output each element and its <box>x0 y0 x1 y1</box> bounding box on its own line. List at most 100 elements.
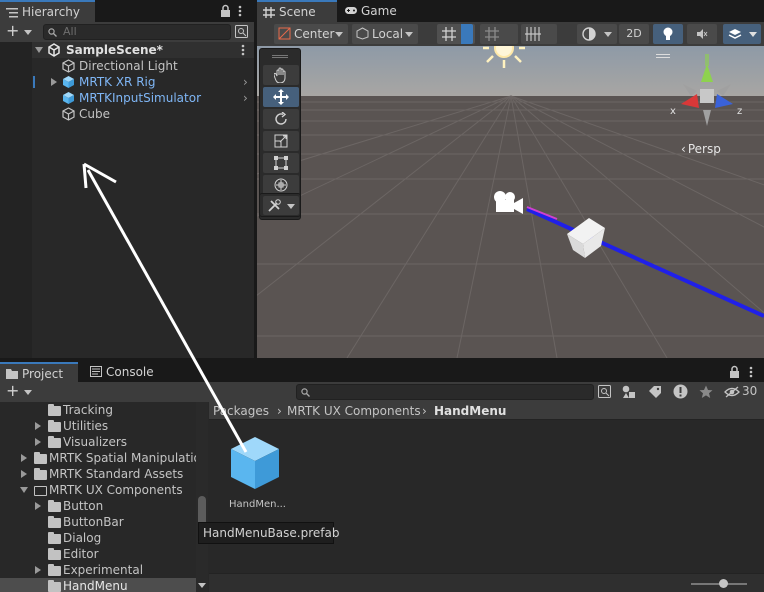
tree-row[interactable]: Tracking <box>0 402 196 418</box>
move-icon <box>273 89 289 105</box>
asset-item[interactable]: HandMen... <box>223 433 287 513</box>
draw-mode-dropdown[interactable] <box>577 24 617 44</box>
orientation-gizmo[interactable]: x z <box>667 54 747 142</box>
rotate-tool-button[interactable] <box>263 109 299 129</box>
breadcrumb-packages[interactable]: Packages <box>213 403 269 419</box>
pivot-label: Center <box>294 27 335 41</box>
tree-row[interactable]: Editor <box>0 546 196 562</box>
scale-tool-button[interactable] <box>263 131 299 151</box>
expand-arrow[interactable] <box>21 470 27 478</box>
lock-icon[interactable] <box>729 365 740 378</box>
expand-arrow[interactable] <box>21 454 27 462</box>
scene-options-icon[interactable] <box>241 44 245 56</box>
scene-row[interactable]: SampleScene* <box>0 42 254 58</box>
lock-icon[interactable] <box>220 4 231 17</box>
slider-thumb[interactable] <box>719 579 728 588</box>
tree-row-label: Experimental <box>63 563 144 577</box>
tree-scrollbar[interactable] <box>196 402 208 592</box>
space-dropdown[interactable]: Local <box>352 24 418 44</box>
gizmo-menu-handle[interactable] <box>656 54 670 58</box>
tree-row-label: Editor <box>63 547 99 561</box>
tree-row-selected[interactable]: HandMenu <box>0 578 196 592</box>
expand-arrow[interactable] <box>35 438 41 446</box>
chevron-down-icon[interactable] <box>198 583 206 588</box>
folder-icon <box>48 532 61 544</box>
grid-snap-toggle[interactable] <box>437 24 475 44</box>
move-tool-button[interactable] <box>263 87 299 107</box>
project-search-input[interactable] <box>296 384 594 400</box>
rect-tool-button[interactable] <box>263 153 299 173</box>
scene-name: SampleScene* <box>66 43 163 57</box>
projection-toggle[interactable]: ‹ Persp <box>681 142 741 158</box>
tab-game-label: Game <box>361 4 397 18</box>
warning-icon[interactable] <box>673 384 688 399</box>
collapse-arrow[interactable] <box>20 487 28 493</box>
folder-tree: Tracking Utilities Visualizers MRTK Spat… <box>0 402 196 592</box>
effects-dropdown[interactable] <box>723 24 761 44</box>
panel-divider[interactable] <box>254 0 257 358</box>
pivot-dropdown[interactable]: Center <box>274 24 348 44</box>
transform-tool-button[interactable] <box>263 175 299 195</box>
audio-toggle[interactable] <box>687 24 717 44</box>
search-by-type-icon[interactable] <box>598 385 611 398</box>
tree-row[interactable]: Experimental <box>0 562 196 578</box>
tree-row[interactable]: MRTK Standard Assets <box>0 466 196 482</box>
icon-size-slider[interactable] <box>691 579 747 588</box>
hierarchy-item[interactable]: Cube <box>0 106 254 122</box>
scene-expand-arrow[interactable] <box>35 47 43 53</box>
create-asset-button[interactable]: + <box>6 383 34 401</box>
lighting-toggle[interactable] <box>653 24 683 44</box>
2d-mode-toggle[interactable]: 2D <box>619 24 649 44</box>
tree-row[interactable]: ButtonBar <box>0 514 196 530</box>
expand-arrow[interactable] <box>51 78 57 86</box>
tab-game[interactable]: Game <box>339 0 409 22</box>
breadcrumb-mrtk-ux[interactable]: MRTK UX Components <box>287 403 421 419</box>
grid-visibility-toggle[interactable] <box>521 24 557 44</box>
more-options-icon[interactable] <box>238 5 242 17</box>
hierarchy-item[interactable]: MRTK XR Rig › <box>0 74 254 90</box>
hidden-eye-icon[interactable] <box>724 386 740 398</box>
tab-scene[interactable]: Scene <box>257 0 337 22</box>
folder-icon <box>48 564 61 576</box>
tab-project[interactable]: Project <box>0 362 78 382</box>
custom-tool-button[interactable] <box>263 196 299 215</box>
star-icon[interactable] <box>699 385 713 399</box>
expand-arrow[interactable] <box>35 502 41 510</box>
selection-marker <box>33 76 35 88</box>
tree-row[interactable]: MRTK Spatial Manipulatio <box>0 450 196 466</box>
search-by-type-icon[interactable] <box>235 25 248 38</box>
persp-label: Persp <box>687 142 721 156</box>
tree-row[interactable]: MRTK UX Components <box>0 482 196 498</box>
increment-snap-toggle[interactable] <box>480 24 518 44</box>
tree-row[interactable]: Dialog <box>0 530 196 546</box>
more-options-icon[interactable] <box>749 366 753 378</box>
tab-console[interactable]: Console <box>84 362 164 382</box>
filter-type-icon[interactable] <box>622 385 636 399</box>
tree-row[interactable]: Button <box>0 498 196 514</box>
chevron-right-icon[interactable]: › <box>243 74 248 90</box>
label-icon[interactable] <box>648 385 662 399</box>
hierarchy-item[interactable]: Directional Light <box>0 58 254 74</box>
expand-arrow[interactable] <box>35 422 41 430</box>
overlay-handle[interactable] <box>272 55 288 58</box>
breadcrumb-handmenu[interactable]: HandMenu <box>434 403 506 419</box>
scene-viewport[interactable]: x z ‹ Persp <box>257 46 764 358</box>
create-button[interactable]: + <box>6 23 36 41</box>
expand-arrow[interactable] <box>35 566 41 574</box>
hand-tool-button[interactable] <box>263 65 299 85</box>
space-label: Local <box>372 27 404 41</box>
hierarchy-item[interactable]: MRTKInputSimulator › <box>0 90 254 106</box>
camera-icon <box>494 191 523 214</box>
project-toolbar: + 30 <box>0 382 764 402</box>
chevron-right-icon[interactable]: › <box>243 90 248 106</box>
shading-icon <box>582 27 596 41</box>
cube-object[interactable] <box>563 216 613 260</box>
open-folder-icon <box>34 486 47 496</box>
panel-divider[interactable] <box>0 358 764 362</box>
tab-hierarchy[interactable]: Hierarchy <box>0 0 95 22</box>
search-input[interactable]: All <box>43 24 231 40</box>
gameobject-icon <box>62 107 75 121</box>
tree-row[interactable]: Visualizers <box>0 434 196 450</box>
tree-row[interactable]: Utilities <box>0 418 196 434</box>
hierarchy-toolbar: + All <box>0 22 254 42</box>
